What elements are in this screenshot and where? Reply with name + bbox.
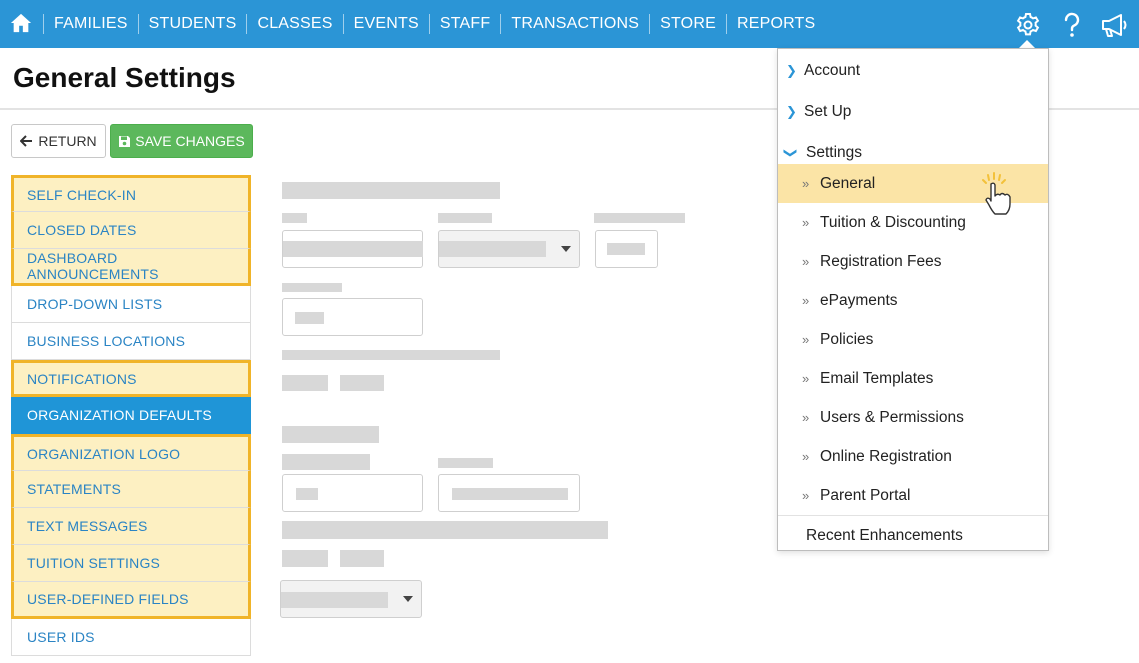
menu-item-online-registration[interactable]: » Online Registration bbox=[778, 437, 1048, 476]
menu-item-users-permissions[interactable]: » Users & Permissions bbox=[778, 398, 1048, 437]
menu-item-label: Online Registration bbox=[820, 447, 952, 465]
help-icon[interactable] bbox=[1058, 11, 1086, 39]
double-chevron-icon: » bbox=[802, 332, 810, 347]
double-chevron-icon: » bbox=[802, 176, 810, 191]
menu-item-tuition-discounting[interactable]: » Tuition & Discounting bbox=[778, 203, 1048, 242]
menu-item-label: Tuition & Discounting bbox=[820, 213, 966, 231]
settings-sidebar: SELF CHECK-IN CLOSED DATES DASHBOARD ANN… bbox=[11, 175, 251, 656]
placeholder-input[interactable] bbox=[282, 474, 423, 512]
sidebar-item-text-messages[interactable]: TEXT MESSAGES bbox=[11, 508, 251, 545]
menu-item-label: Email Templates bbox=[820, 369, 934, 387]
double-chevron-icon: » bbox=[802, 215, 810, 230]
double-chevron-icon: » bbox=[802, 449, 810, 464]
placeholder-select[interactable] bbox=[438, 230, 580, 268]
chevron-right-icon: ❯ bbox=[786, 62, 797, 78]
menu-item-label: Parent Portal bbox=[820, 486, 911, 504]
double-chevron-icon: » bbox=[802, 410, 810, 425]
nav-store[interactable]: STORE bbox=[649, 14, 726, 34]
sidebar-item-organization-logo[interactable]: ORGANIZATION LOGO bbox=[11, 434, 251, 471]
placeholder-text bbox=[282, 521, 608, 539]
menu-item-label: Account bbox=[804, 61, 861, 79]
sidebar-item-dashboard-announcements[interactable]: DASHBOARD ANNOUNCEMENTS bbox=[11, 249, 251, 286]
menu-item-registration-fees[interactable]: » Registration Fees bbox=[778, 242, 1048, 281]
placeholder-select[interactable] bbox=[280, 580, 422, 618]
sidebar-item-user-ids[interactable]: USER IDS bbox=[11, 619, 251, 656]
menu-item-email-templates[interactable]: » Email Templates bbox=[778, 359, 1048, 398]
menu-item-epayments[interactable]: » ePayments bbox=[778, 281, 1048, 320]
nav-students[interactable]: STUDENTS bbox=[137, 14, 247, 34]
top-nav-bar: FAMILIES STUDENTS CLASSES EVENTS STAFF T… bbox=[0, 0, 1139, 48]
sidebar-item-organization-defaults[interactable]: ORGANIZATION DEFAULTS bbox=[11, 397, 251, 434]
menu-item-label: Settings bbox=[806, 143, 863, 161]
sidebar-item-business-locations[interactable]: BUSINESS LOCATIONS bbox=[11, 323, 251, 360]
placeholder-label bbox=[438, 458, 493, 468]
placeholder-radio[interactable] bbox=[282, 375, 328, 391]
nav-transactions[interactable]: TRANSACTIONS bbox=[500, 14, 649, 34]
sidebar-item-user-defined-fields[interactable]: USER-DEFINED FIELDS bbox=[11, 582, 251, 619]
page-title: General Settings bbox=[13, 62, 236, 93]
nav-families[interactable]: FAMILIES bbox=[43, 14, 138, 34]
home-icon[interactable] bbox=[10, 12, 32, 34]
caret-down-icon bbox=[403, 596, 413, 602]
save-icon bbox=[119, 135, 131, 147]
save-changes-label: SAVE CHANGES bbox=[135, 133, 245, 149]
menu-item-setup[interactable]: ❯ Set Up bbox=[778, 92, 1048, 131]
menu-item-label: General bbox=[820, 174, 876, 192]
menu-item-general[interactable]: » General bbox=[778, 164, 1048, 215]
nav-staff[interactable]: STAFF bbox=[428, 14, 500, 34]
settings-dropdown-menu: ❯ Account ❯ Set Up ❯ Settings » General … bbox=[777, 48, 1049, 551]
sidebar-item-tuition-settings[interactable]: TUITION SETTINGS bbox=[11, 545, 251, 582]
placeholder-heading bbox=[282, 426, 379, 443]
arrow-left-icon bbox=[20, 135, 33, 147]
placeholder-input[interactable] bbox=[282, 298, 423, 336]
double-chevron-icon: » bbox=[802, 488, 810, 503]
megaphone-icon[interactable] bbox=[1100, 11, 1130, 39]
menu-item-parent-portal[interactable]: » Parent Portal bbox=[778, 476, 1048, 515]
placeholder-radio[interactable] bbox=[340, 550, 384, 567]
double-chevron-icon: » bbox=[802, 254, 810, 269]
menu-item-label: Set Up bbox=[804, 102, 852, 120]
placeholder-label bbox=[594, 213, 685, 223]
placeholder-label bbox=[282, 213, 307, 223]
double-chevron-icon: » bbox=[802, 371, 810, 386]
menu-item-recent-enhancements[interactable]: Recent Enhancements bbox=[778, 516, 1048, 555]
placeholder-radio[interactable] bbox=[340, 375, 384, 391]
placeholder-text bbox=[282, 350, 500, 360]
placeholder-input[interactable] bbox=[595, 230, 658, 268]
chevron-down-icon: ❯ bbox=[783, 147, 799, 158]
sidebar-item-closed-dates[interactable]: CLOSED DATES bbox=[11, 212, 251, 249]
menu-item-label: Policies bbox=[820, 330, 874, 348]
sidebar-item-drop-down-lists[interactable]: DROP-DOWN LISTS bbox=[11, 286, 251, 323]
menu-item-label: Registration Fees bbox=[820, 252, 942, 270]
placeholder-input[interactable] bbox=[282, 230, 423, 268]
return-button[interactable]: RETURN bbox=[11, 124, 106, 158]
nav-classes[interactable]: CLASSES bbox=[246, 14, 342, 34]
placeholder-radio[interactable] bbox=[282, 550, 328, 567]
gear-icon[interactable] bbox=[1014, 11, 1042, 39]
chevron-right-icon: ❯ bbox=[786, 103, 797, 119]
menu-item-account[interactable]: ❯ Account bbox=[778, 51, 1048, 90]
placeholder-input[interactable] bbox=[438, 474, 580, 512]
sidebar-item-statements[interactable]: STATEMENTS bbox=[11, 471, 251, 508]
double-chevron-icon: » bbox=[802, 293, 810, 308]
placeholder-heading bbox=[282, 182, 500, 199]
sidebar-item-notifications[interactable]: NOTIFICATIONS bbox=[11, 360, 251, 397]
caret-down-icon bbox=[561, 246, 571, 252]
placeholder-label bbox=[438, 213, 492, 223]
sidebar-item-self-check-in[interactable]: SELF CHECK-IN bbox=[11, 175, 251, 212]
save-changes-button[interactable]: SAVE CHANGES bbox=[110, 124, 253, 158]
menu-item-label: Users & Permissions bbox=[820, 408, 964, 426]
nav-reports[interactable]: REPORTS bbox=[725, 14, 825, 34]
return-button-label: RETURN bbox=[38, 133, 97, 149]
main-nav: FAMILIES STUDENTS CLASSES EVENTS STAFF T… bbox=[43, 0, 825, 48]
placeholder-label bbox=[282, 454, 370, 470]
menu-item-label: ePayments bbox=[820, 291, 898, 309]
menu-item-policies[interactable]: » Policies bbox=[778, 320, 1048, 359]
nav-events[interactable]: EVENTS bbox=[342, 14, 429, 34]
placeholder-label bbox=[282, 283, 342, 292]
